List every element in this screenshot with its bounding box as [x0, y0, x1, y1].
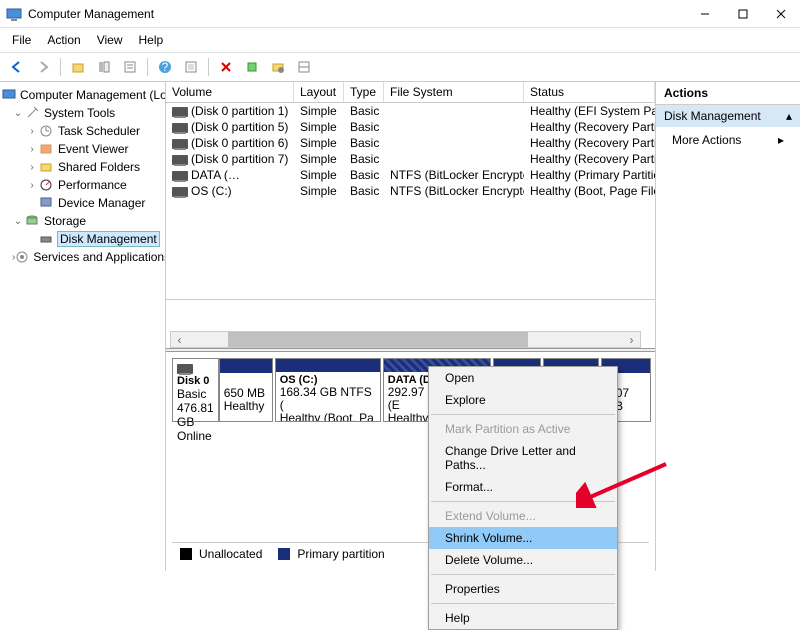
event-icon — [38, 141, 54, 157]
col-filesystem[interactable]: File System — [384, 82, 524, 102]
computer-management-icon — [6, 6, 22, 22]
delete-button[interactable] — [215, 56, 237, 78]
legend-primary: Primary partition — [297, 547, 384, 561]
up-button[interactable] — [67, 56, 89, 78]
ctx-change-drive-letter[interactable]: Change Drive Letter and Paths... — [429, 440, 617, 476]
folder-shared-icon — [38, 159, 54, 175]
volume-icon — [172, 139, 188, 149]
clock-icon — [38, 123, 54, 139]
tree-device-manager[interactable]: Device Manager — [58, 196, 145, 210]
volume-row[interactable]: OS (C:)SimpleBasicNTFS (BitLocker Encryp… — [166, 183, 655, 199]
volume-icon — [172, 187, 188, 197]
collapse-icon: ▴ — [786, 109, 792, 123]
ctx-open[interactable]: Open — [429, 367, 617, 389]
maximize-button[interactable] — [724, 0, 762, 28]
help-button[interactable]: ? — [154, 56, 176, 78]
chevron-right-icon: ▸ — [778, 133, 784, 147]
volume-icon — [172, 123, 188, 133]
forward-button[interactable] — [32, 56, 54, 78]
window-title: Computer Management — [28, 7, 686, 21]
volume-row[interactable]: DATA (…SimpleBasicNTFS (BitLocker Encryp… — [166, 167, 655, 183]
volume-icon — [172, 107, 188, 117]
ctx-shrink-volume[interactable]: Shrink Volume... — [429, 527, 617, 549]
svg-text:?: ? — [162, 60, 169, 74]
legend-swatch-primary — [278, 548, 290, 560]
ctx-explore[interactable]: Explore — [429, 389, 617, 411]
legend-unallocated: Unallocated — [199, 547, 262, 561]
navigation-tree[interactable]: Computer Management (Local) ⌄System Tool… — [0, 82, 166, 571]
tree-system-tools[interactable]: System Tools — [44, 106, 115, 120]
ctx-delete-volume[interactable]: Delete Volume... — [429, 549, 617, 571]
partition[interactable]: 650 MBHealthy — [219, 358, 273, 422]
tree-root[interactable]: Computer Management (Local) — [20, 88, 166, 102]
legend-swatch-unallocated — [180, 548, 192, 560]
properties-button[interactable] — [119, 56, 141, 78]
volume-icon — [172, 155, 188, 165]
tree-shared-folders[interactable]: Shared Folders — [58, 160, 140, 174]
context-menu: Open Explore Mark Partition as Active Ch… — [428, 366, 618, 630]
tree-event-viewer[interactable]: Event Viewer — [58, 142, 128, 156]
tools-icon — [24, 105, 40, 121]
list-button[interactable] — [293, 56, 315, 78]
action-button[interactable] — [241, 56, 263, 78]
menu-file[interactable]: File — [4, 30, 39, 50]
volume-row[interactable]: (Disk 0 partition 5)SimpleBasicHealthy (… — [166, 119, 655, 135]
tree-storage[interactable]: Storage — [44, 214, 86, 228]
show-hide-button[interactable] — [93, 56, 115, 78]
actions-header: Actions — [656, 82, 800, 105]
minimize-button[interactable] — [686, 0, 724, 28]
tree-task-scheduler[interactable]: Task Scheduler — [58, 124, 140, 138]
ctx-mark-active: Mark Partition as Active — [429, 418, 617, 440]
volume-row[interactable]: (Disk 0 partition 6)SimpleBasicHealthy (… — [166, 135, 655, 151]
toolbar: ? — [0, 53, 800, 82]
actions-more[interactable]: More Actions▸ — [656, 127, 800, 153]
settings-button[interactable] — [267, 56, 289, 78]
services-icon — [15, 249, 29, 265]
col-type[interactable]: Type — [344, 82, 384, 102]
menu-action[interactable]: Action — [39, 30, 88, 50]
volume-list[interactable]: Volume Layout Type File System Status (D… — [166, 82, 655, 199]
volume-icon — [172, 171, 188, 181]
ctx-format[interactable]: Format... — [429, 476, 617, 498]
computer-icon — [2, 87, 16, 103]
close-button[interactable] — [762, 0, 800, 28]
tree-services[interactable]: Services and Applications — [33, 250, 166, 264]
horizontal-scrollbar[interactable]: ‹ › — [170, 331, 641, 348]
col-layout[interactable]: Layout — [294, 82, 344, 102]
actions-group[interactable]: Disk Management▴ — [656, 105, 800, 127]
device-icon — [38, 195, 54, 211]
performance-icon — [38, 177, 54, 193]
scroll-right-icon[interactable]: › — [623, 332, 640, 347]
volume-row[interactable]: (Disk 0 partition 7)SimpleBasicHealthy (… — [166, 151, 655, 167]
menu-bar: File Action View Help — [0, 28, 800, 53]
ctx-extend-volume: Extend Volume... — [429, 505, 617, 527]
partition-os[interactable]: OS (C:)168.34 GB NTFS (Healthy (Boot, Pa — [275, 358, 381, 422]
menu-help[interactable]: Help — [131, 30, 172, 50]
scroll-thumb[interactable] — [228, 332, 528, 347]
col-status[interactable]: Status — [524, 82, 655, 102]
disk-info[interactable]: Disk 0 Basic 476.81 GB Online — [172, 358, 219, 422]
volume-row[interactable]: (Disk 0 partition 1)SimpleBasicHealthy (… — [166, 103, 655, 119]
actions-pane: Actions Disk Management▴ More Actions▸ — [656, 82, 800, 571]
col-volume[interactable]: Volume — [166, 82, 294, 102]
ctx-properties[interactable]: Properties — [429, 578, 617, 600]
back-button[interactable] — [6, 56, 28, 78]
refresh-button[interactable] — [180, 56, 202, 78]
disk-icon — [177, 364, 193, 374]
disk-mgmt-icon — [38, 231, 54, 247]
tree-disk-management[interactable]: Disk Management — [58, 232, 159, 246]
scroll-left-icon[interactable]: ‹ — [171, 332, 188, 347]
storage-icon — [24, 213, 40, 229]
menu-view[interactable]: View — [89, 30, 131, 50]
tree-performance[interactable]: Performance — [58, 178, 127, 192]
title-bar: Computer Management — [0, 0, 800, 28]
ctx-help[interactable]: Help — [429, 607, 617, 629]
